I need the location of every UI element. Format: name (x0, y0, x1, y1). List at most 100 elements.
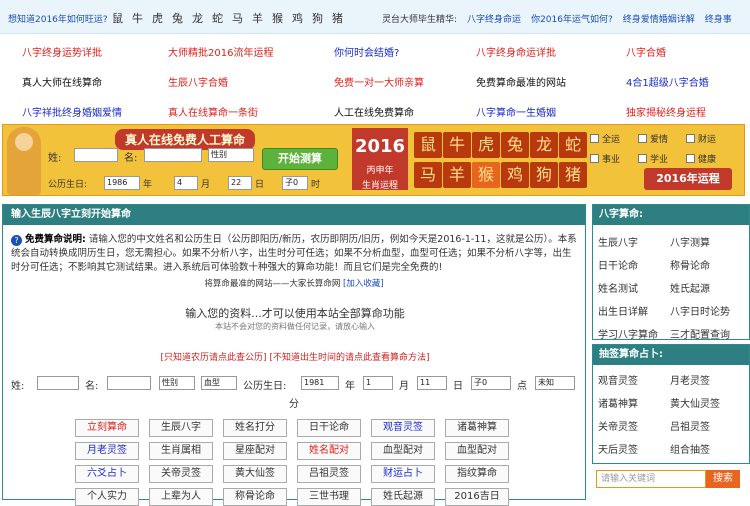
search-button[interactable]: 搜索 (706, 470, 740, 488)
bookmark-link[interactable]: [加入收藏] (343, 279, 384, 289)
fortune-button[interactable]: 立刻算命 (75, 419, 139, 437)
sidebar-lots-link[interactable]: 吕祖灵签 (670, 418, 710, 433)
zodiac-cell[interactable]: 牛 (443, 132, 471, 158)
top-right-link[interactable]: 你2016年运气如何? (531, 15, 613, 25)
check-study[interactable]: 学业 (638, 152, 668, 165)
promo-link[interactable]: 4合1超级八字合婚 (626, 74, 709, 89)
zodiac-link[interactable]: 兔 (172, 10, 183, 26)
promo-link[interactable]: 八字终身命运详批 (476, 44, 556, 59)
fortune-button[interactable]: 吕祖灵签 (297, 465, 361, 483)
sidebar-lots-link[interactable]: 天后灵签 (598, 441, 638, 456)
sidebar-lots-link[interactable]: 组合抽签 (670, 441, 710, 456)
yunshi-2016-button[interactable]: 2016年运程 (644, 168, 732, 190)
zodiac-link[interactable]: 猪 (332, 10, 343, 26)
zodiac-link[interactable]: 牛 (132, 10, 143, 26)
minute-select[interactable]: 未知 (535, 376, 575, 390)
sidebar-bazi-link[interactable]: 八字日时论势 (670, 303, 730, 318)
sidebar-lots-link[interactable]: 诸葛神算 (598, 395, 638, 410)
top-right-link[interactable]: 八字终身命运 (467, 15, 521, 25)
sidebar-bazi-link[interactable]: 称骨论命 (670, 257, 710, 272)
fortune-button[interactable]: 血型配对 (371, 442, 435, 460)
sidebar-bazi-link[interactable]: 学习八字算命 (598, 326, 658, 341)
promo-link[interactable]: 真人在线算命一条街 (168, 104, 258, 119)
zodiac-link[interactable]: 龙 (192, 10, 203, 26)
zodiac-cell[interactable]: 猪 (559, 162, 587, 188)
sidebar-bazi-link[interactable]: 生辰八字 (598, 234, 638, 249)
zodiac-cell[interactable]: 马 (414, 162, 442, 188)
sidebar-bazi-link[interactable]: 姓氏起源 (670, 280, 710, 295)
check-all[interactable]: 全运 (590, 132, 620, 145)
fortune-button[interactable]: 指纹算命 (445, 465, 509, 483)
zodiac-link[interactable]: 鸡 (292, 10, 303, 26)
sidebar-lots-link[interactable]: 关帝灵签 (598, 418, 638, 433)
promo-link[interactable]: 生辰八字合婚 (168, 74, 228, 89)
promo-link[interactable]: 八字终身运势详批 (22, 44, 102, 59)
fortune-button[interactable]: 生肖属相 (149, 442, 213, 460)
check-wealth[interactable]: 财运 (686, 132, 716, 145)
month-select[interactable]: 1 (363, 376, 393, 390)
zodiac-link[interactable]: 鼠 (112, 10, 123, 26)
surname-input[interactable] (37, 376, 79, 390)
promo-link[interactable]: 免费一对一大师亲算 (334, 74, 424, 89)
gender-select[interactable]: 性别 (159, 376, 195, 390)
fortune-button[interactable]: 姓名配对 (297, 442, 361, 460)
promo-link[interactable]: 八字祥批终身婚姻爱情 (22, 104, 122, 119)
fortune-button[interactable]: 月老灵签 (75, 442, 139, 460)
fortune-button[interactable]: 观音灵签 (371, 419, 435, 437)
zodiac-cell[interactable]: 狗 (530, 162, 558, 188)
banner-gender-select[interactable]: 性别 (208, 148, 254, 162)
zodiac-link[interactable]: 马 (232, 10, 243, 26)
fortune-button[interactable]: 三世书理 (297, 488, 361, 506)
fortune-button[interactable]: 姓氏起源 (371, 488, 435, 506)
fortune-button[interactable]: 姓名打分 (223, 419, 287, 437)
zodiac-link[interactable]: 蛇 (212, 10, 223, 26)
promo-link[interactable]: 真人大师在线算命 (22, 74, 102, 89)
banner-surname-input[interactable] (74, 148, 118, 162)
zodiac-link[interactable]: 狗 (312, 10, 323, 26)
start-test-button[interactable]: 开始测算 (262, 148, 338, 170)
zodiac-link[interactable]: 猴 (272, 10, 283, 26)
search-input[interactable]: 请输入关键词 (596, 470, 706, 488)
sidebar-bazi-link[interactable]: 八字测算 (670, 234, 710, 249)
zodiac-link[interactable]: 羊 (252, 10, 263, 26)
zodiac-cell[interactable]: 羊 (443, 162, 471, 188)
check-love[interactable]: 爱情 (638, 132, 668, 145)
year-2016-promo[interactable]: 2016 丙申年 生肖运程 (352, 128, 408, 191)
time-help-link[interactable]: [不知道出生时间的请点此查看算命方法] (269, 353, 429, 363)
promo-link[interactable]: 人工在线免费算命 (334, 104, 414, 119)
fortune-button[interactable]: 诸葛神算 (445, 419, 509, 437)
banner-given-input[interactable] (144, 148, 202, 162)
banner-day-select[interactable]: 22 (228, 176, 252, 190)
zodiac-cell[interactable]: 鼠 (414, 132, 442, 158)
fortune-button[interactable]: 星座配对 (223, 442, 287, 460)
promo-link[interactable]: 大师精批2016流年运程 (168, 44, 273, 59)
sidebar-bazi-link[interactable]: 姓名测试 (598, 280, 638, 295)
fortune-button[interactable]: 2016吉日 (445, 488, 509, 506)
check-health[interactable]: 健康 (686, 152, 716, 165)
lunar-help-link[interactable]: [只知道农历请点此查公历] (161, 353, 267, 363)
fortune-button[interactable]: 个人实力 (75, 488, 139, 506)
given-input[interactable] (107, 376, 151, 390)
fortune-button[interactable]: 关帝灵签 (149, 465, 213, 483)
promo-link[interactable]: 免费算命最准的网站 (476, 74, 566, 89)
promo-link[interactable]: 八字合婚 (626, 44, 666, 59)
sidebar-bazi-link[interactable]: 三才配置查询 (670, 326, 730, 341)
promo-link[interactable]: 八字算命一生婚姻 (476, 104, 556, 119)
sidebar-lots-link[interactable]: 黄大仙灵签 (670, 395, 720, 410)
zodiac-cell[interactable]: 猴 (472, 162, 500, 188)
fortune-button[interactable]: 血型配对 (445, 442, 509, 460)
check-career[interactable]: 事业 (590, 152, 620, 165)
fortune-button[interactable]: 六爻占卜 (75, 465, 139, 483)
zodiac-cell[interactable]: 兔 (501, 132, 529, 158)
zodiac-cell[interactable]: 鸡 (501, 162, 529, 188)
blood-select[interactable]: 血型 (201, 376, 237, 390)
fortune-button[interactable]: 日干论命 (297, 419, 361, 437)
zodiac-cell[interactable]: 龙 (530, 132, 558, 158)
fortune-button[interactable]: 生辰八字 (149, 419, 213, 437)
day-select[interactable]: 11 (417, 376, 447, 390)
fortune-button[interactable]: 财运占卜 (371, 465, 435, 483)
banner-month-select[interactable]: 4 (174, 176, 198, 190)
fortune-button[interactable]: 称骨论命 (223, 488, 287, 506)
top-right-link[interactable]: 终身事 (705, 15, 732, 25)
top-right-link[interactable]: 终身爱情婚姻详解 (623, 15, 695, 25)
